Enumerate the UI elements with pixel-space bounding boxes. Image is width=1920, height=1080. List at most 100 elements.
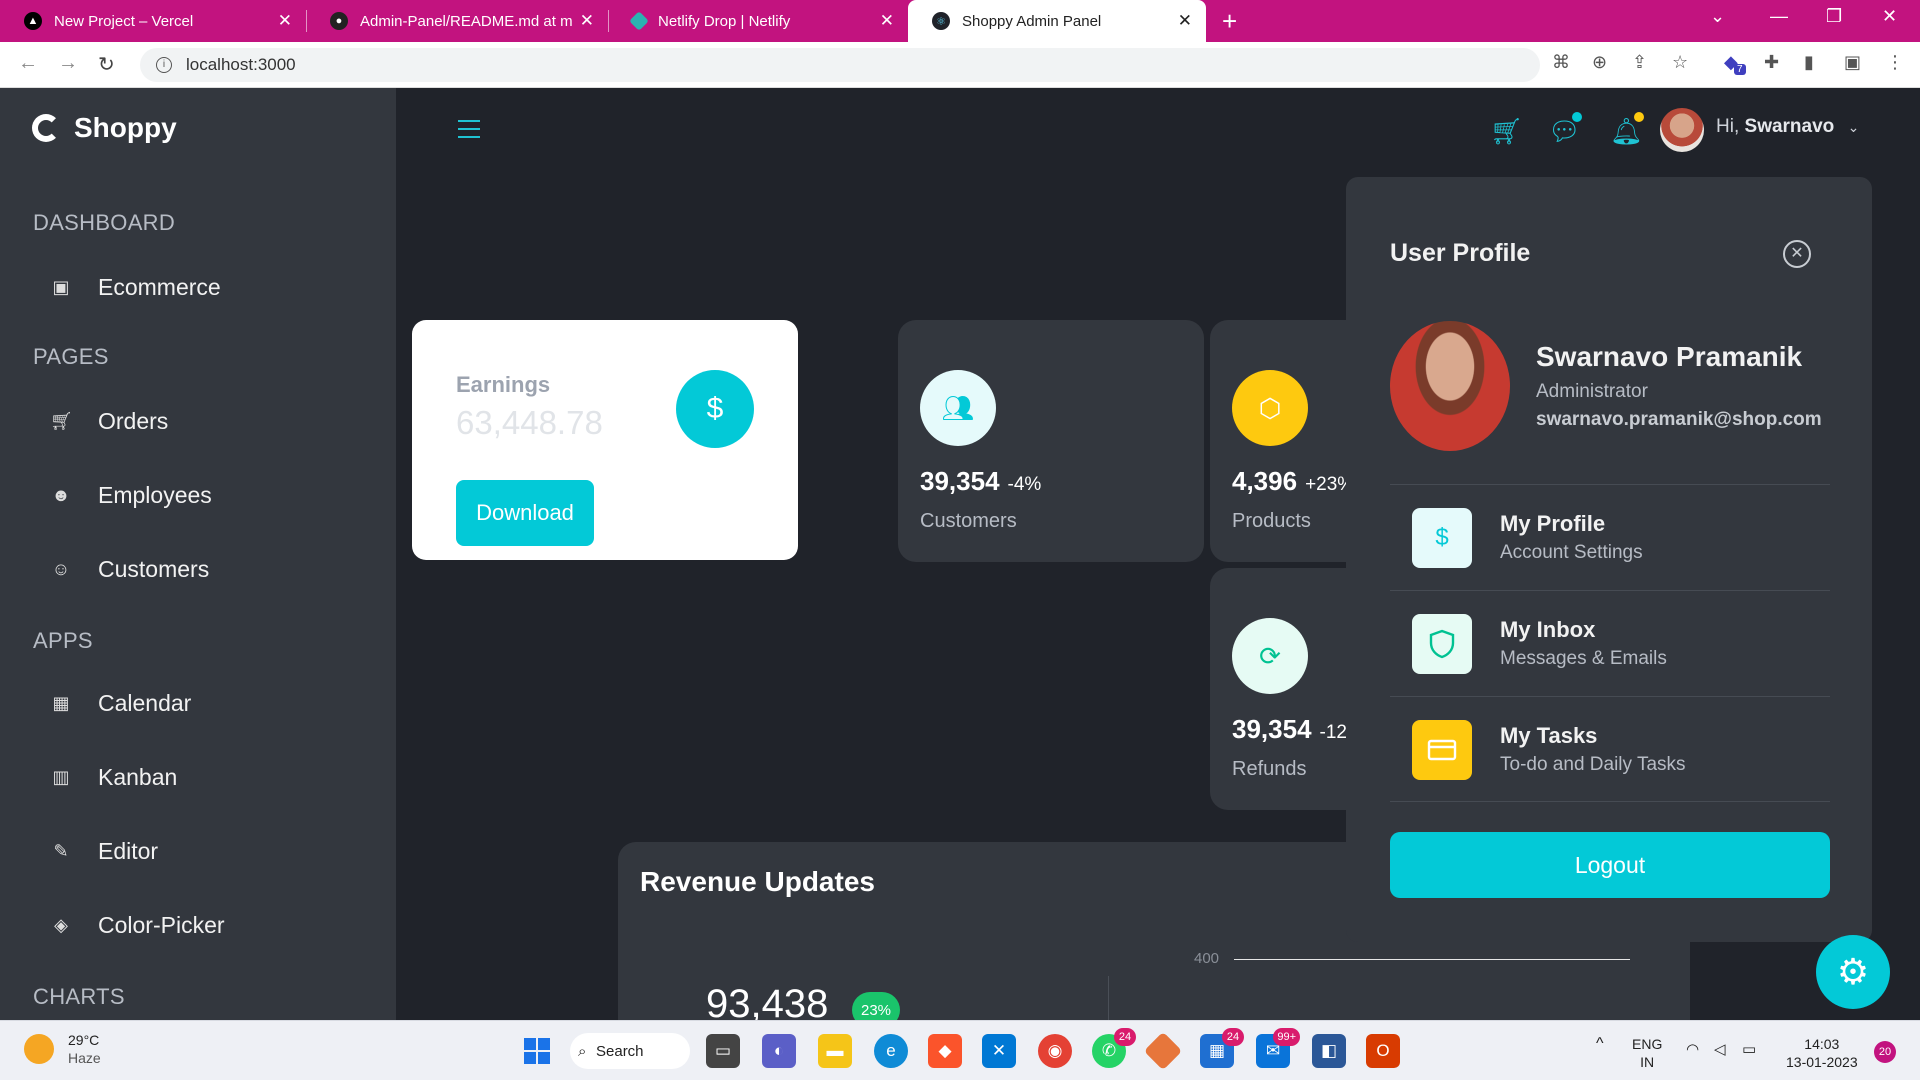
menu-toggle-icon[interactable] [458,120,480,144]
mail-icon[interactable]: ✉ 99+ [1256,1028,1300,1068]
menu-icon[interactable]: ⋮ [1886,52,1904,73]
menu-item-subtitle: Messages & Emails [1500,648,1667,669]
stat-change: -12% [1319,722,1346,743]
tab-shoppy[interactable]: ⚛ Shoppy Admin Panel ✕ [908,0,1206,42]
sidebar-item-kanban[interactable]: ▥ Kanban [50,764,177,791]
close-tab-icon[interactable]: ✕ [580,11,594,31]
box-icon[interactable]: ⬡ [1232,370,1308,446]
sidebar-item-employees[interactable]: ☻ Employees [50,482,212,509]
clock-time: 14:03 [1804,1036,1840,1052]
settings-gear-icon[interactable]: ⚙ [1816,935,1890,1009]
puzzle-icon[interactable]: ✚ [1764,52,1779,73]
employees-icon: ☻ [51,485,71,505]
sidebar-item-customers[interactable]: ☺ Customers [50,556,209,583]
bookmark-star-icon[interactable]: ☆ [1672,52,1688,73]
sidebar-item-label: Calendar [98,690,192,716]
edge-icon[interactable]: e [874,1034,908,1068]
site-info-icon[interactable]: i [156,57,172,73]
stat-card-products: ⬡ 4,396 +23% Products [1210,320,1346,562]
sidebar-item-orders[interactable]: 🛒︎ Orders [50,408,168,435]
vscode-icon[interactable]: ✕ [982,1034,1016,1068]
translate-icon[interactable]: ⌘ [1552,52,1570,73]
whatsapp-icon[interactable]: ✆ 24 [1092,1028,1136,1068]
menu-item-my-profile[interactable]: $ My Profile Account Settings [1390,484,1830,590]
brave-icon[interactable]: ◆ [928,1034,962,1068]
zoom-icon[interactable]: ⊕ [1592,52,1607,73]
teams-chat-icon[interactable]: ◐ [762,1034,796,1068]
menu-item-title: My Profile [1500,511,1606,536]
sidebar-item-color-picker[interactable]: ◈ Color-Picker [50,912,224,939]
notification-count-badge[interactable]: 20 [1874,1041,1896,1063]
menu-item-my-inbox[interactable]: My Inbox Messages & Emails [1390,590,1830,696]
tab-vercel[interactable]: ▲ New Project – Vercel ✕ [0,0,306,42]
weather-widget[interactable]: 29°C Haze [24,1031,101,1067]
stat-label: Products [1232,510,1311,532]
section-charts: CHARTS [33,984,125,1009]
logout-button[interactable]: Logout [1390,832,1830,898]
browser-tab-bar: ▲ New Project – Vercel ✕ ● Admin-Panel/R… [0,0,1920,42]
stat-change: -4% [1007,474,1042,495]
new-tab-button[interactable]: + [1222,6,1237,37]
stat-number: 4,396 [1232,466,1298,496]
wifi-icon[interactable]: ◠ [1686,1041,1699,1059]
cart-icon[interactable]: 🛒︎ [1490,116,1523,147]
tab-search-icon[interactable]: ⌄ [1710,6,1725,27]
language-indicator[interactable]: ENG IN [1632,1035,1662,1071]
file-explorer-icon[interactable]: ▬ [818,1034,852,1068]
back-icon[interactable]: ← [18,52,38,75]
git-icon[interactable] [1143,1031,1183,1071]
tab-netlify[interactable]: Netlify Drop | Netlify ✕ [608,0,908,42]
brand-logo[interactable]: Shoppy [32,112,177,144]
tab-github[interactable]: ● Admin-Panel/README.md at ma ✕ [306,0,608,42]
restore-icon[interactable]: ❐ [1826,6,1842,27]
share-icon[interactable]: ⇪ [1632,52,1647,73]
office-icon[interactable]: O [1366,1034,1400,1068]
app-icon[interactable]: ◧ [1312,1034,1346,1068]
url-field[interactable]: i localhost:3000 [140,48,1540,82]
battery-icon[interactable]: ▭ [1742,1041,1756,1059]
menu-item-my-tasks[interactable]: My Tasks To-do and Daily Tasks [1390,696,1830,802]
vercel-icon: ▲ [24,12,42,30]
sidebar-item-calendar[interactable]: ▦ Calendar [50,690,191,717]
volume-icon[interactable]: ◁ [1714,1041,1726,1059]
region-code: IN [1640,1054,1655,1070]
sidebar: Shoppy DASHBOARD ▣ Ecommerce PAGES 🛒︎ Or… [0,88,396,1020]
menu-item-title: My Tasks [1500,723,1598,748]
reload-icon[interactable]: ↻ [98,52,115,77]
menu-item-title: My Inbox [1500,617,1596,642]
extension-icon[interactable]: ◆ 7 [1724,52,1746,75]
customers-icon[interactable]: 👥︎ [920,370,996,446]
download-button[interactable]: Download [456,480,594,546]
minimize-icon[interactable]: — [1770,6,1788,27]
refresh-icon[interactable]: ⟳ [1232,618,1308,694]
stat-card-customers: 👥︎ 39,354 -4% Customers [898,320,1204,562]
chrome-icon[interactable]: ◉ [1038,1034,1072,1068]
windows-start-icon[interactable] [520,1034,554,1068]
taskbar-search[interactable]: ⌕ Search [570,1033,690,1069]
unread-badge: 24 [1222,1028,1244,1046]
close-icon[interactable]: ✕ [1783,240,1811,268]
avatar[interactable] [1660,108,1704,152]
user-greeting[interactable]: Hi, Swarnavo ⌄ [1716,116,1859,138]
stat-card-refunds: ⟳ 39,354 -12% Refunds [1210,568,1346,810]
forward-icon[interactable]: → [58,52,78,75]
clock[interactable]: 14:03 13-01-2023 [1786,1035,1858,1071]
profile-email: swarnavo.pramanik@shop.com [1536,409,1822,430]
dollar-glyph: $ [706,392,724,425]
sidebar-item-label: Ecommerce [98,274,221,300]
close-tab-icon[interactable]: ✕ [880,11,894,31]
chart-gridline [1234,959,1630,960]
close-tab-icon[interactable]: ✕ [1178,11,1192,31]
sidebar-item-editor[interactable]: ✎ Editor [50,838,158,865]
tray-chevron-up-icon[interactable]: ^ [1596,1035,1604,1053]
side-panel-icon[interactable]: ▮ [1804,52,1814,73]
profile-icon[interactable]: ▣ [1844,52,1861,73]
sidebar-item-ecommerce[interactable]: ▣ Ecommerce [50,274,221,301]
stat-value: 4,396 +23% [1232,466,1346,497]
store-icon[interactable]: ▦ 24 [1200,1028,1244,1068]
close-tab-icon[interactable]: ✕ [278,11,292,31]
sidebar-item-label: Employees [98,482,212,508]
task-view-icon[interactable]: ▭ [706,1034,740,1068]
dollar-icon[interactable]: $ [676,370,754,448]
close-window-icon[interactable]: ✕ [1882,6,1897,27]
